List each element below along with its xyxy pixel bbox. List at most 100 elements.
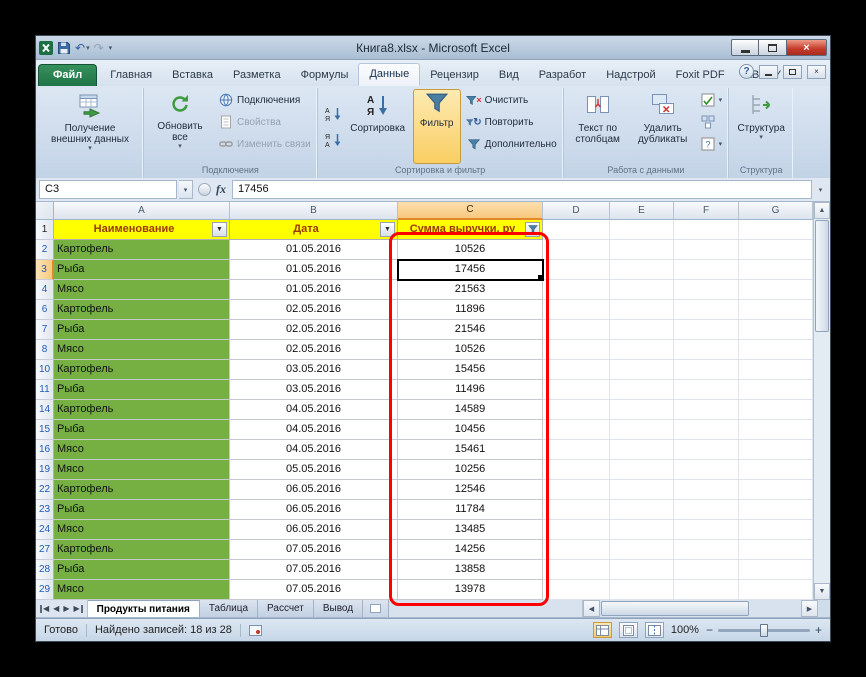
cell-date[interactable]: 01.05.2016 (230, 240, 398, 260)
edit-links-button[interactable]: Изменить связи (215, 133, 314, 155)
cell-empty[interactable] (610, 540, 674, 560)
cell-sum[interactable]: 10456 (398, 420, 543, 440)
row-number[interactable]: 11 (36, 380, 54, 400)
cell-empty[interactable] (739, 320, 813, 340)
filter-dropdown-button[interactable]: ▼ (380, 222, 395, 237)
cell-date[interactable]: 04.05.2016 (230, 440, 398, 460)
outline-button[interactable]: Структура ▾ (732, 89, 790, 164)
cell-empty[interactable] (610, 380, 674, 400)
cell-sum[interactable]: 10526 (398, 340, 543, 360)
cell-date[interactable]: 06.05.2016 (230, 500, 398, 520)
horizontal-scrollbar-thumb[interactable] (601, 601, 749, 616)
cell-empty[interactable] (610, 580, 674, 600)
formula-bar-expand-button[interactable]: ▾ (814, 186, 827, 194)
cell-empty[interactable] (610, 500, 674, 520)
excel-logo-icon[interactable] (39, 40, 53, 55)
sort-descending-button[interactable]: ЯА (321, 129, 343, 151)
cell-empty[interactable] (739, 440, 813, 460)
column-header[interactable]: B (230, 202, 398, 220)
cell-sum[interactable]: 11784 (398, 500, 543, 520)
cell-empty[interactable] (674, 440, 739, 460)
cell-name[interactable]: Картофель (54, 540, 230, 560)
workbook-minimize-button[interactable] (759, 64, 778, 79)
reapply-filter-button[interactable]: ↻ Повторить (463, 111, 560, 133)
cell-date[interactable]: 03.05.2016 (230, 360, 398, 380)
ribbon-tab[interactable]: Разработ (529, 65, 596, 86)
cell-sum[interactable]: 13485 (398, 520, 543, 540)
clear-filter-button[interactable]: × Очистить (463, 89, 560, 111)
cell-empty[interactable] (739, 300, 813, 320)
cell-name[interactable]: Картофель (54, 400, 230, 420)
column-header[interactable]: D (543, 202, 610, 220)
scroll-up-button[interactable]: ▲ (814, 202, 830, 219)
cell-empty[interactable] (674, 420, 739, 440)
first-sheet-button[interactable]: ◀ (40, 604, 49, 613)
cell-name[interactable]: Рыба (54, 560, 230, 580)
cell-sum[interactable]: 14256 (398, 540, 543, 560)
cell-name[interactable]: Мясо (54, 460, 230, 480)
cell-date[interactable]: 02.05.2016 (230, 320, 398, 340)
undo-button[interactable]: ↶ ▾ (75, 41, 90, 55)
cell-empty[interactable] (674, 480, 739, 500)
cell-empty[interactable] (610, 300, 674, 320)
cell-name[interactable]: Рыба (54, 260, 230, 280)
cell-empty[interactable] (674, 300, 739, 320)
redo-button[interactable]: ↷ (94, 41, 104, 55)
sheet-tab[interactable]: Таблица (199, 600, 259, 617)
row-number[interactable]: 10 (36, 360, 54, 380)
insert-worksheet-button[interactable] (363, 600, 390, 617)
sheet-tab[interactable]: Вывод (313, 600, 364, 617)
cell-sum[interactable]: 11496 (398, 380, 543, 400)
cell-name[interactable]: Мясо (54, 580, 230, 600)
cell-empty[interactable] (610, 400, 674, 420)
connections-button[interactable]: Подключения (215, 89, 314, 111)
zoom-slider-thumb[interactable] (759, 623, 768, 637)
cell-empty[interactable] (543, 340, 610, 360)
row-number[interactable]: 27 (36, 540, 54, 560)
help-icon[interactable]: ? (739, 64, 754, 79)
cell-empty[interactable] (610, 320, 674, 340)
cell-sum[interactable]: 12546 (398, 480, 543, 500)
cell-name[interactable]: Картофель (54, 360, 230, 380)
cell-date[interactable]: 06.05.2016 (230, 480, 398, 500)
qat-customize-button[interactable]: ▾ (109, 44, 113, 52)
cell-date[interactable]: 07.05.2016 (230, 580, 398, 600)
cell-date[interactable]: 01.05.2016 (230, 260, 398, 280)
cell-empty[interactable] (543, 520, 610, 540)
cell-empty[interactable] (674, 400, 739, 420)
sheet-tab[interactable]: Рассчет (258, 600, 314, 617)
cell-sum[interactable]: 21563 (398, 280, 543, 300)
cell-empty[interactable] (739, 240, 813, 260)
refresh-all-button[interactable]: Обновить все ▾ (147, 89, 213, 164)
cell-empty[interactable] (543, 260, 610, 280)
cell-date[interactable]: 04.05.2016 (230, 400, 398, 420)
cell-empty[interactable] (739, 380, 813, 400)
cell-empty[interactable] (739, 420, 813, 440)
cell-name[interactable]: Мясо (54, 440, 230, 460)
row-number[interactable]: 29 (36, 580, 54, 600)
filter-button[interactable]: Фильтр (412, 89, 461, 164)
cell-sum[interactable]: 11896 (398, 300, 543, 320)
get-external-data-button[interactable]: Получение внешних данных ▾ (40, 89, 140, 178)
cell-empty[interactable] (543, 540, 610, 560)
cell-sum[interactable]: 15456 (398, 360, 543, 380)
cell-empty[interactable] (543, 480, 610, 500)
row-number[interactable]: 22 (36, 480, 54, 500)
sort-ascending-button[interactable]: АЯ (321, 103, 343, 125)
ribbon-tab[interactable]: Данные (358, 63, 421, 86)
cell-empty[interactable] (674, 240, 739, 260)
normal-view-button[interactable] (592, 622, 612, 638)
name-box[interactable]: C3 (39, 180, 177, 199)
sheet-tab[interactable]: Продукты питания (87, 600, 200, 617)
cell-date[interactable]: 02.05.2016 (230, 300, 398, 320)
cell-date[interactable]: 04.05.2016 (230, 420, 398, 440)
row-number[interactable]: 3 (36, 260, 54, 280)
maximize-button[interactable] (759, 39, 787, 56)
ribbon-tab[interactable]: Foxit PDF (666, 65, 735, 86)
cell-empty[interactable] (739, 280, 813, 300)
cell-empty[interactable] (610, 240, 674, 260)
cell-empty[interactable] (610, 520, 674, 540)
cell-empty[interactable] (674, 360, 739, 380)
cell-sum[interactable]: 10526 (398, 240, 543, 260)
ribbon-tab[interactable]: Главная (100, 65, 162, 86)
